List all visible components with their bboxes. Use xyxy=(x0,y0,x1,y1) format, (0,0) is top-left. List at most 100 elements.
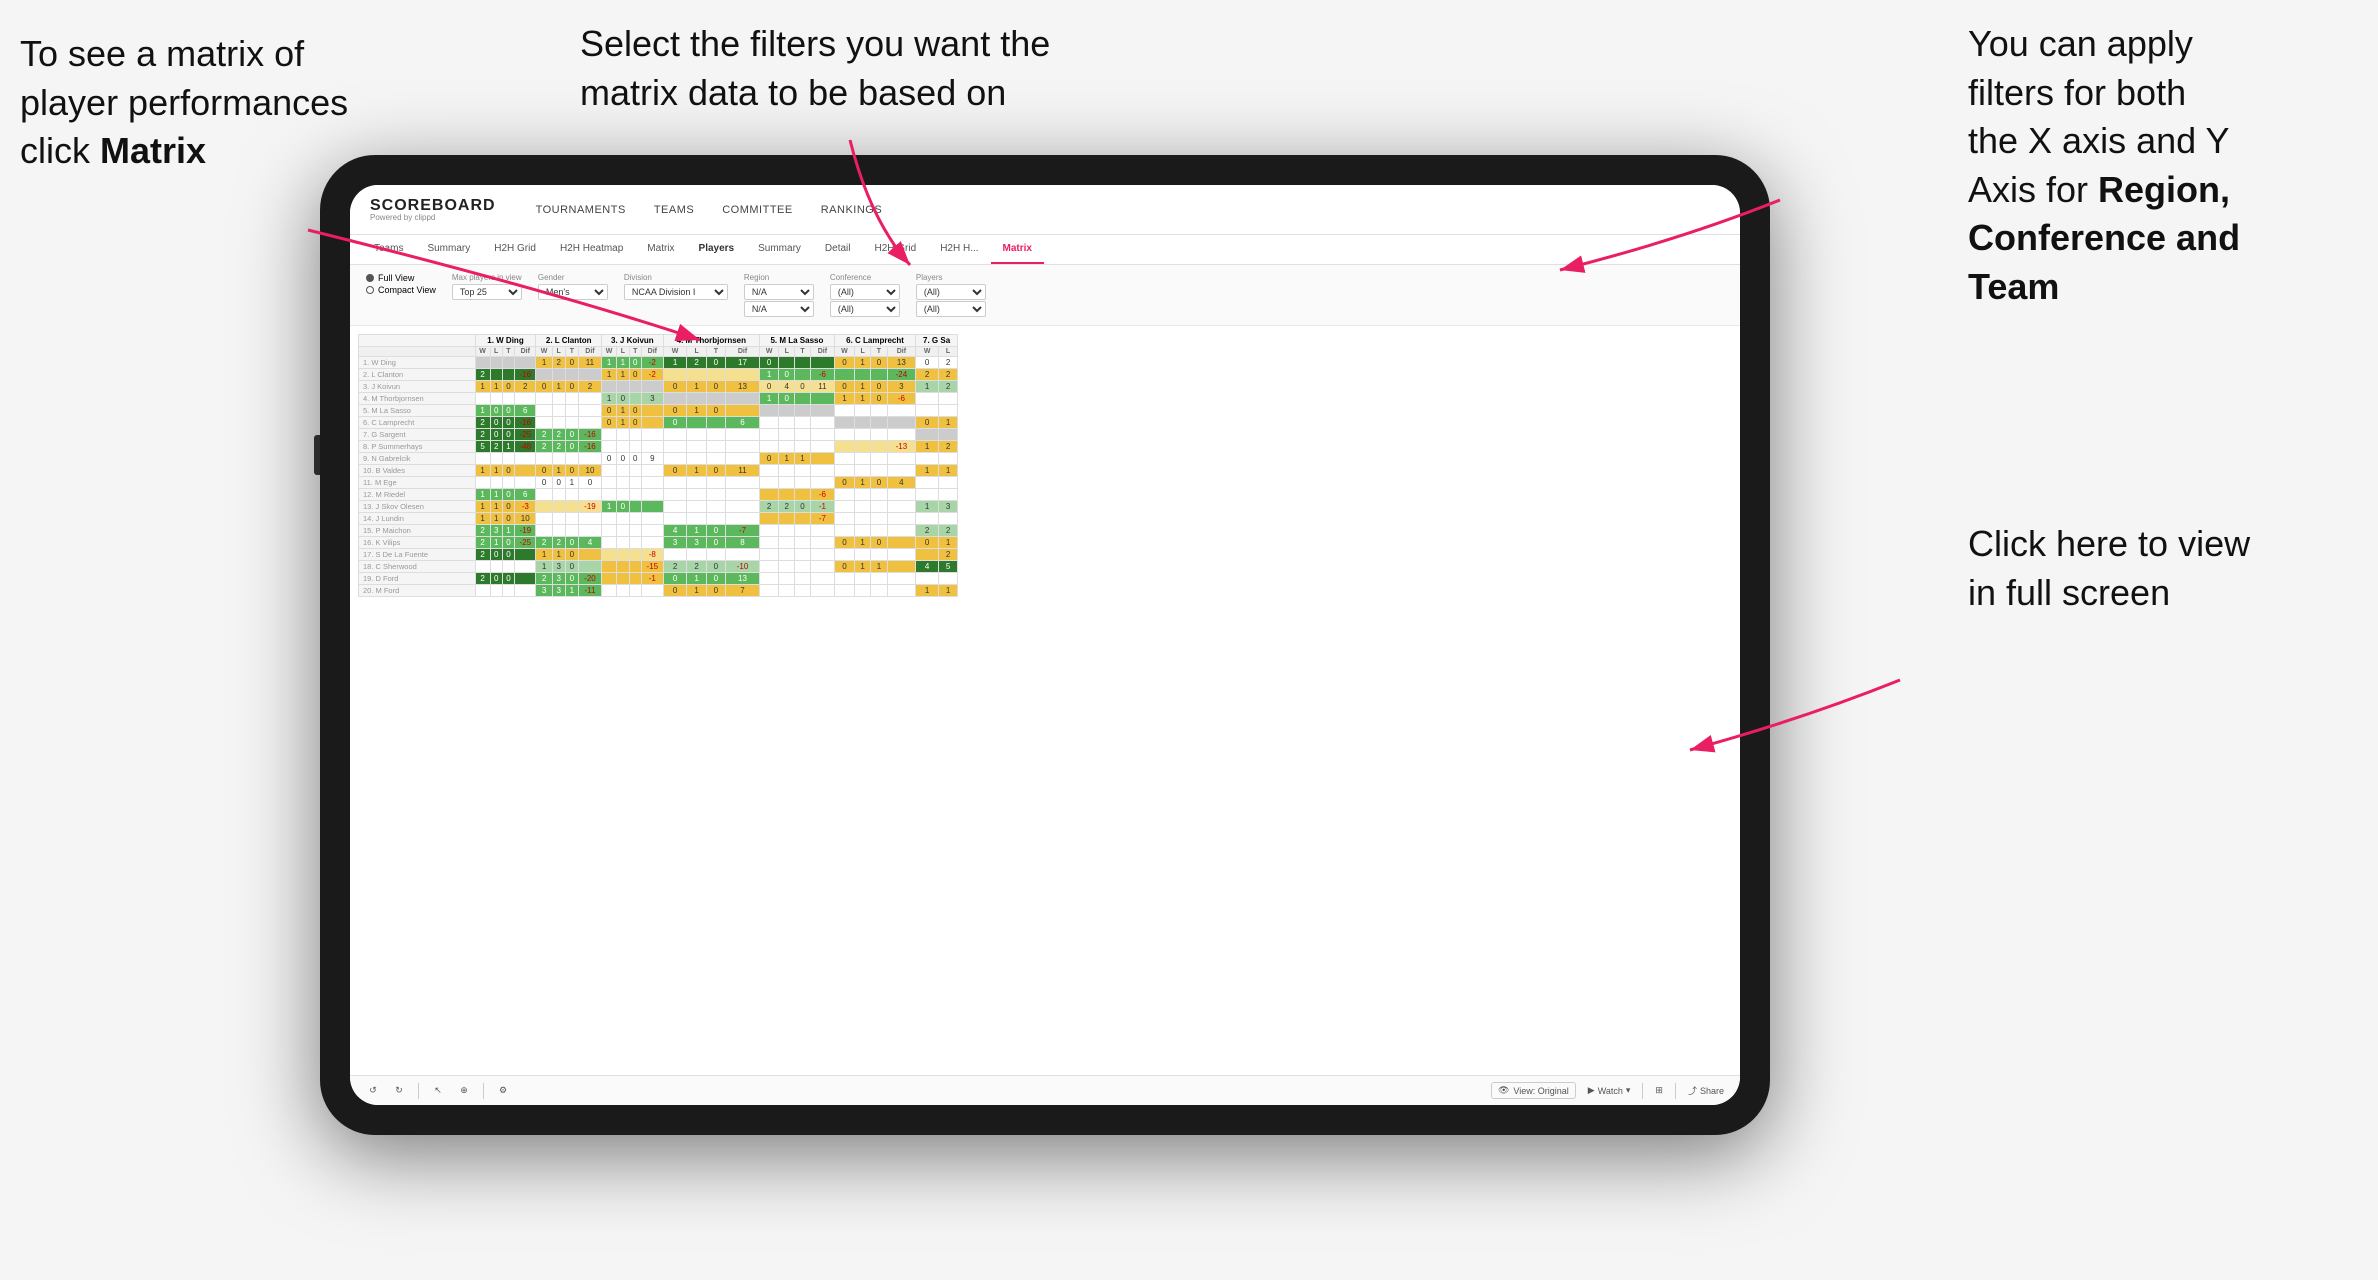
matrix-cell xyxy=(854,513,870,525)
matrix-cell xyxy=(939,513,958,525)
subnav-h2h-grid[interactable]: H2H Grid xyxy=(482,235,548,264)
matrix-cell xyxy=(552,501,565,513)
matrix-cell: 2 xyxy=(475,573,490,585)
matrix-cell: 0 xyxy=(834,561,854,573)
subnav-h2h-h[interactable]: H2H H... xyxy=(928,235,990,264)
matrix-cell xyxy=(834,441,854,453)
matrix-cell xyxy=(916,477,939,489)
col-header-2: 2. L Clanton xyxy=(536,335,602,347)
matrix-cell xyxy=(515,357,536,369)
grid-icon: ⊞ xyxy=(1655,1085,1663,1096)
players-select-1[interactable]: (All) xyxy=(916,284,986,300)
matrix-cell: 0 xyxy=(536,477,552,489)
matrix-cell xyxy=(887,453,916,465)
player-name-cell: 13. J Skov Olesen xyxy=(359,501,476,513)
compact-view-option[interactable]: Compact View xyxy=(366,285,436,295)
watch-btn[interactable]: ▶ Watch ▾ xyxy=(1588,1085,1631,1096)
sh-w3: W xyxy=(602,347,617,357)
matrix-cell xyxy=(602,489,617,501)
tablet-side-button xyxy=(314,435,320,475)
matrix-cell: -6 xyxy=(810,369,834,381)
matrix-cell: 2 xyxy=(552,441,565,453)
view-original-btn[interactable]: 👁 View: Original xyxy=(1491,1082,1576,1099)
matrix-cell xyxy=(779,357,795,369)
gender-select[interactable]: Men's xyxy=(538,284,608,300)
matrix-cell xyxy=(617,573,629,585)
division-select[interactable]: NCAA Division I xyxy=(624,284,728,300)
full-view-option[interactable]: Full View xyxy=(366,273,436,283)
matrix-cell xyxy=(687,549,706,561)
matrix-cell xyxy=(726,441,760,453)
matrix-cell: 1 xyxy=(552,465,565,477)
players-select-2[interactable]: (All) xyxy=(916,301,986,317)
subnav-detail[interactable]: Detail xyxy=(813,235,863,264)
cursor-btn[interactable]: ↖ xyxy=(431,1084,445,1098)
compact-view-radio[interactable] xyxy=(366,286,374,294)
matrix-cell xyxy=(759,405,778,417)
matrix-cell xyxy=(887,501,916,513)
matrix-cell xyxy=(515,585,536,597)
matrix-cell: -16 xyxy=(515,417,536,429)
subnav-h2h-heatmap[interactable]: H2H Heatmap xyxy=(548,235,635,264)
matrix-cell xyxy=(536,513,552,525)
subnav-summary-2[interactable]: Summary xyxy=(746,235,813,264)
redo-icon: ↻ xyxy=(392,1084,406,1098)
redo-btn[interactable]: ↻ xyxy=(392,1084,406,1098)
subnav-summary[interactable]: Summary xyxy=(415,235,482,264)
subnav-h2h-grid-2[interactable]: H2H Grid xyxy=(863,235,929,264)
share-btn[interactable]: ⤴ Share xyxy=(1688,1084,1724,1097)
region-select-1[interactable]: N/A xyxy=(744,284,814,300)
matrix-cell xyxy=(502,561,514,573)
max-players-select[interactable]: Top 25 xyxy=(452,284,522,300)
corner-header xyxy=(359,335,476,347)
ann-tc-text: Select the filters you want the matrix d… xyxy=(580,23,1050,113)
subnav-matrix-1[interactable]: Matrix xyxy=(635,235,686,264)
nav-committee[interactable]: COMMITTEE xyxy=(722,204,793,216)
matrix-cell: -16 xyxy=(578,429,601,441)
matrix-cell xyxy=(871,429,887,441)
settings-btn[interactable]: ⚙ xyxy=(496,1084,510,1098)
matrix-cell xyxy=(939,573,958,585)
matrix-cell: 0 xyxy=(502,537,514,549)
matrix-cell: -15 xyxy=(641,561,663,573)
matrix-cell: 0 xyxy=(565,465,578,477)
matrix-cell xyxy=(663,393,687,405)
full-view-radio[interactable] xyxy=(366,274,374,282)
matrix-cell xyxy=(629,489,641,501)
grid-btn[interactable]: ⊞ xyxy=(1655,1085,1663,1096)
matrix-cell xyxy=(726,501,760,513)
matrix-cell: 1 xyxy=(916,441,939,453)
matrix-cell xyxy=(602,537,617,549)
matrix-cell xyxy=(617,513,629,525)
matrix-cell xyxy=(795,357,811,369)
nav-teams[interactable]: TEAMS xyxy=(654,204,694,216)
matrix-cell xyxy=(578,405,601,417)
matrix-cell xyxy=(854,417,870,429)
undo-btn[interactable]: ↺ xyxy=(366,1084,380,1098)
matrix-cell: 2 xyxy=(939,441,958,453)
matrix-cell xyxy=(779,561,795,573)
subnav-teams[interactable]: Teams xyxy=(362,235,415,264)
matrix-cell: 1 xyxy=(939,417,958,429)
nav-rankings[interactable]: RANKINGS xyxy=(821,204,882,216)
subnav-players[interactable]: Players xyxy=(687,235,747,264)
matrix-cell xyxy=(515,477,536,489)
zoom-btn[interactable]: ⊕ xyxy=(457,1084,471,1098)
matrix-cell: 0 xyxy=(502,405,514,417)
matrix-cell xyxy=(490,369,502,381)
matrix-cell: 1 xyxy=(602,393,617,405)
player-name-cell: 19. D Ford xyxy=(359,573,476,585)
matrix-area[interactable]: 1. W Ding 2. L Clanton 3. J Koivun 4. M … xyxy=(350,326,1740,1075)
matrix-cell xyxy=(687,501,706,513)
matrix-cell xyxy=(759,573,778,585)
nav-tournaments[interactable]: TOURNAMENTS xyxy=(536,204,626,216)
matrix-cell xyxy=(795,525,811,537)
conference-select-2[interactable]: (All) xyxy=(830,301,900,317)
matrix-cell xyxy=(759,429,778,441)
subnav-matrix-active[interactable]: Matrix xyxy=(991,235,1044,264)
region-select-2[interactable]: N/A xyxy=(744,301,814,317)
matrix-cell xyxy=(726,369,760,381)
matrix-cell xyxy=(641,477,663,489)
matrix-cell xyxy=(565,453,578,465)
conference-select-1[interactable]: (All) xyxy=(830,284,900,300)
